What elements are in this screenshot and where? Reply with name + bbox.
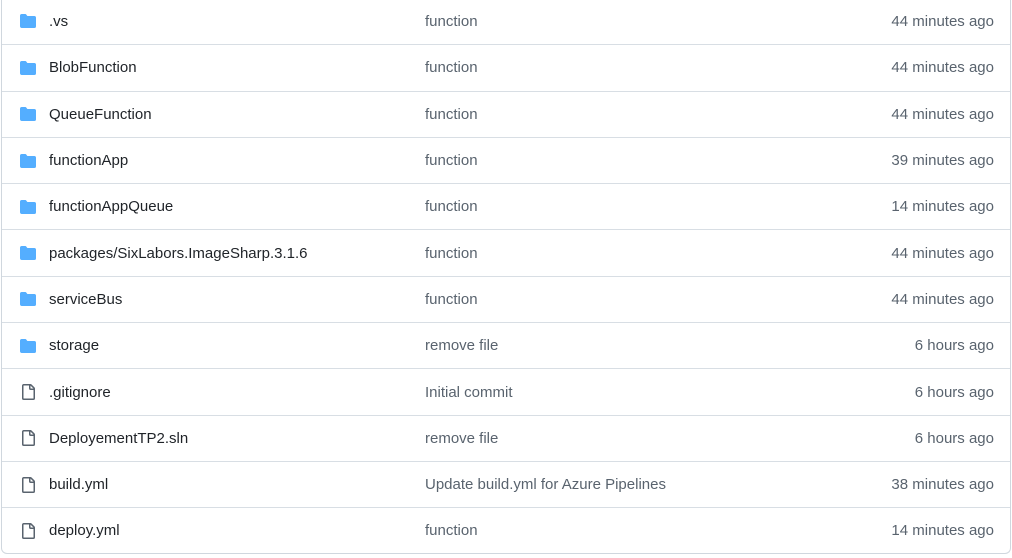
folder-name-link[interactable]: BlobFunction — [49, 59, 137, 76]
folder-name-link[interactable]: storage — [49, 337, 99, 354]
table-row[interactable]: .gitignore Initial commit 6 hours ago — [2, 368, 1010, 414]
commit-age: 14 minutes ago — [891, 522, 994, 540]
commit-message-link[interactable]: function — [425, 13, 478, 30]
commit-age: 44 minutes ago — [891, 244, 994, 262]
commit-age: 44 minutes ago — [891, 290, 994, 308]
folder-name-link[interactable]: packages/SixLabors.ImageSharp.3.1.6 — [49, 245, 308, 262]
commit-message-link[interactable]: remove file — [425, 337, 498, 354]
file-icon — [18, 521, 38, 541]
commit-age: 6 hours ago — [914, 383, 994, 401]
folder-icon — [18, 336, 38, 356]
commit-message-link[interactable]: function — [425, 291, 478, 308]
folder-icon — [18, 289, 38, 309]
commit-message-link[interactable]: function — [425, 152, 478, 169]
commit-age: 44 minutes ago — [891, 12, 994, 30]
table-row[interactable]: storage remove file 6 hours ago — [2, 322, 1010, 368]
commit-message-link[interactable]: function — [425, 59, 478, 76]
commit-message-link[interactable]: function — [425, 245, 478, 262]
commit-age: 6 hours ago — [914, 337, 994, 355]
table-row[interactable]: QueueFunction function 44 minutes ago — [2, 90, 1010, 137]
folder-icon — [18, 197, 38, 217]
table-row[interactable]: BlobFunction function 44 minutes ago — [2, 44, 1010, 90]
commit-message-link[interactable]: Initial commit — [425, 384, 513, 401]
folder-name-link[interactable]: functionAppQueue — [49, 198, 173, 215]
folder-icon — [18, 243, 38, 263]
folder-name-link[interactable]: QueueFunction — [49, 106, 152, 123]
file-icon — [18, 428, 38, 448]
folder-icon — [18, 58, 38, 78]
table-row[interactable]: DeployementTP2.sln remove file 6 hours ago — [2, 414, 1010, 461]
folder-icon — [18, 151, 38, 171]
commit-age: 44 minutes ago — [891, 59, 994, 77]
table-row[interactable]: functionAppQueue function 14 minutes ago — [2, 183, 1010, 229]
folder-name-link[interactable]: serviceBus — [49, 291, 122, 308]
commit-message-link[interactable]: function — [425, 198, 478, 215]
table-row[interactable]: packages/SixLabors.ImageSharp.3.1.6 funct… — [2, 229, 1010, 275]
commit-message-link[interactable]: function — [425, 106, 478, 123]
file-icon — [18, 382, 38, 402]
commit-message-link[interactable]: function — [425, 522, 478, 539]
table-row[interactable]: build.yml Update build.yml for Azure Pipe… — [2, 460, 1010, 507]
file-list-table: .vs function 44 minutes ago BlobFunction fun… — [1, 0, 1011, 554]
commit-age: 6 hours ago — [914, 429, 994, 447]
file-name-link[interactable]: .gitignore — [49, 384, 111, 401]
commit-age: 44 minutes ago — [891, 105, 994, 123]
commit-message-link[interactable]: remove file — [425, 430, 498, 447]
folder-name-link[interactable]: functionApp — [49, 152, 128, 169]
commit-message-link[interactable]: Update build.yml for Azure Pipelines — [425, 476, 666, 493]
commit-age: 38 minutes ago — [891, 476, 994, 494]
file-name-link[interactable]: build.yml — [49, 476, 108, 493]
folder-name-link[interactable]: .vs — [49, 13, 68, 30]
commit-age: 14 minutes ago — [891, 198, 994, 216]
folder-icon — [18, 104, 38, 124]
file-icon — [18, 475, 38, 495]
table-row[interactable]: functionApp function 39 minutes ago — [2, 136, 1010, 183]
folder-icon — [18, 11, 38, 31]
file-name-link[interactable]: deploy.yml — [49, 522, 120, 539]
file-name-link[interactable]: DeployementTP2.sln — [49, 430, 188, 447]
table-row[interactable]: deploy.yml function 14 minutes ago — [2, 507, 1010, 553]
commit-age: 39 minutes ago — [891, 152, 994, 170]
table-row[interactable]: serviceBus function 44 minutes ago — [2, 275, 1010, 322]
table-row[interactable]: .vs function 44 minutes ago — [2, 0, 1010, 44]
